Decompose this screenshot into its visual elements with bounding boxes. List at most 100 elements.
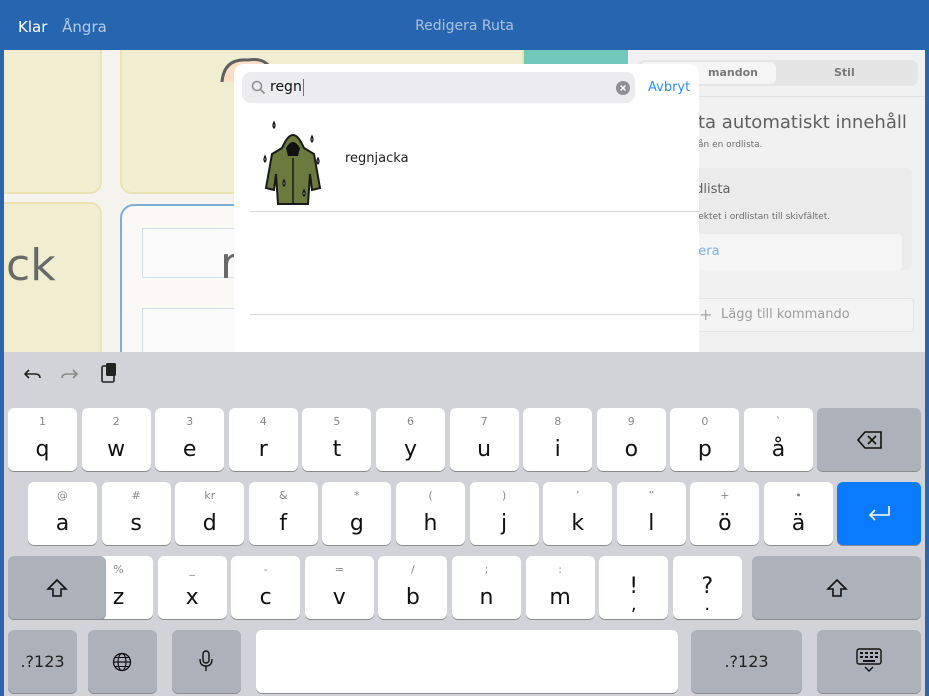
key-secondary-label: ” xyxy=(648,489,655,502)
shift-icon xyxy=(826,578,848,597)
key-primary-label: g xyxy=(349,511,364,536)
key-primary-label: w xyxy=(107,437,126,462)
search-input[interactable]: regn xyxy=(270,79,304,96)
key-u[interactable]: 7u xyxy=(449,408,519,471)
key-primary-label: q xyxy=(35,437,50,462)
keyboard-hide-icon xyxy=(856,648,882,672)
key-secondary-label: & xyxy=(279,489,288,502)
key-p[interactable]: 0p xyxy=(670,408,740,471)
key-under-label: . xyxy=(704,594,711,615)
navigation-bar: Klar Ångra Redigera Ruta xyxy=(0,0,929,50)
key-x[interactable]: _ x xyxy=(157,556,227,619)
symbol-search-popover: regn Avbryt regnjacka xyxy=(234,64,699,352)
search-field[interactable]: regn xyxy=(242,72,635,103)
key-secondary-label: kr xyxy=(204,489,216,502)
backspace-key[interactable] xyxy=(817,408,921,471)
key-a[interactable]: @ a xyxy=(28,482,97,545)
key-primary-label: b xyxy=(405,585,420,610)
redo-icon[interactable] xyxy=(60,366,78,382)
key-b[interactable]: / b xyxy=(378,556,448,619)
key-primary-label: r xyxy=(258,437,268,462)
key-m[interactable]: :m xyxy=(525,556,595,619)
key-ö[interactable]: + ö xyxy=(690,482,760,545)
paste-icon[interactable] xyxy=(100,362,118,384)
key-y[interactable]: 6y xyxy=(376,408,445,471)
globe-key[interactable] xyxy=(88,630,157,693)
key-l[interactable]: ” l xyxy=(616,482,686,545)
key-g[interactable]: * g xyxy=(322,482,392,545)
numbers-key-left[interactable]: .?123 xyxy=(8,630,77,693)
key-s[interactable]: # s xyxy=(101,482,171,545)
key-secondary-label: / xyxy=(411,563,415,576)
key-primary-label: ö xyxy=(718,511,732,536)
return-key[interactable] xyxy=(837,482,921,545)
key-primary-label: l xyxy=(648,511,655,536)
key-secondary-label: 7 xyxy=(480,415,488,428)
search-icon xyxy=(251,80,266,95)
undo-icon[interactable] xyxy=(24,366,42,382)
key-k[interactable]: ’ k xyxy=(543,482,613,545)
cancel-button[interactable]: Avbryt xyxy=(648,80,690,95)
key-secondary-label: 6 xyxy=(407,415,414,428)
key-f[interactable]: & f xyxy=(248,482,318,545)
key-secondary-label: ) xyxy=(501,489,507,502)
shift-key-left[interactable] xyxy=(8,556,106,619)
key-å[interactable]: ` å xyxy=(744,408,813,471)
key-r[interactable]: 4r xyxy=(228,408,298,471)
key-primary-label: d xyxy=(202,511,217,536)
key-secondary-label: ’ xyxy=(575,489,580,502)
key-w[interactable]: 2w xyxy=(81,408,151,471)
result-row[interactable]: regnjacka xyxy=(234,114,699,211)
key-secondary-label: 9 xyxy=(627,415,635,428)
key-primary-label: v xyxy=(332,585,346,610)
key-d[interactable]: kr d xyxy=(175,482,245,545)
key-secondary-label: 0 xyxy=(701,415,709,428)
key-primary-label: m xyxy=(549,585,571,610)
key-i[interactable]: 8i xyxy=(523,408,593,471)
key-secondary-label: # xyxy=(131,489,141,502)
key-secondary-label: 1 xyxy=(39,415,46,428)
key-primary-label: c xyxy=(259,585,272,610)
numbers-key-label: .?123 xyxy=(20,652,65,671)
key-n[interactable]: ; n xyxy=(452,556,521,619)
hide-keyboard-key[interactable] xyxy=(817,630,921,693)
key-primary-label: y xyxy=(403,437,418,462)
key-secondary-label: 3 xyxy=(186,415,194,428)
key-v[interactable]: = v xyxy=(304,556,374,619)
key-ä[interactable]: • ä xyxy=(764,482,833,545)
key-secondary-label: + xyxy=(720,489,730,502)
key-secondary-label: 4 xyxy=(259,415,267,428)
key-t[interactable]: 5t xyxy=(302,408,372,471)
key-primary-label: p xyxy=(697,437,712,462)
key-j[interactable]: ) j xyxy=(469,482,539,545)
key-c[interactable]: -c xyxy=(231,556,301,619)
key-secondary-label: _ xyxy=(189,563,195,576)
key-q[interactable]: 1q xyxy=(8,408,77,471)
return-icon xyxy=(868,506,890,521)
key-secondary-label: 2 xyxy=(112,415,120,428)
delete-icon xyxy=(857,431,882,449)
key-h[interactable]: (h xyxy=(396,482,465,545)
separator xyxy=(250,211,699,212)
space-key[interactable] xyxy=(256,630,678,693)
key-secondary-label: 8 xyxy=(554,415,562,428)
key-![interactable]: !, xyxy=(599,556,669,619)
key-primary-label: n xyxy=(479,585,494,610)
key-secondary-label: ( xyxy=(428,489,433,502)
key-o[interactable]: 9o xyxy=(596,408,666,471)
clear-icon[interactable] xyxy=(616,81,630,95)
key-primary-label: o xyxy=(624,437,639,462)
key-primary-label: j xyxy=(501,511,508,536)
key-e[interactable]: 3e xyxy=(155,408,225,471)
shift-icon xyxy=(46,578,68,597)
page-title: Redigera Ruta xyxy=(415,18,514,34)
numbers-key-label: .?123 xyxy=(724,652,769,671)
key-primary-label: i xyxy=(554,437,561,462)
key-primary-label: u xyxy=(477,437,492,462)
key-primary-label: a xyxy=(55,511,70,536)
dictation-key[interactable] xyxy=(172,630,241,693)
result-label: regnjacka xyxy=(345,151,409,166)
numbers-key-right[interactable]: .?123 xyxy=(691,630,802,693)
key-?[interactable]: ?. xyxy=(672,556,742,619)
shift-key-right[interactable] xyxy=(752,556,921,619)
